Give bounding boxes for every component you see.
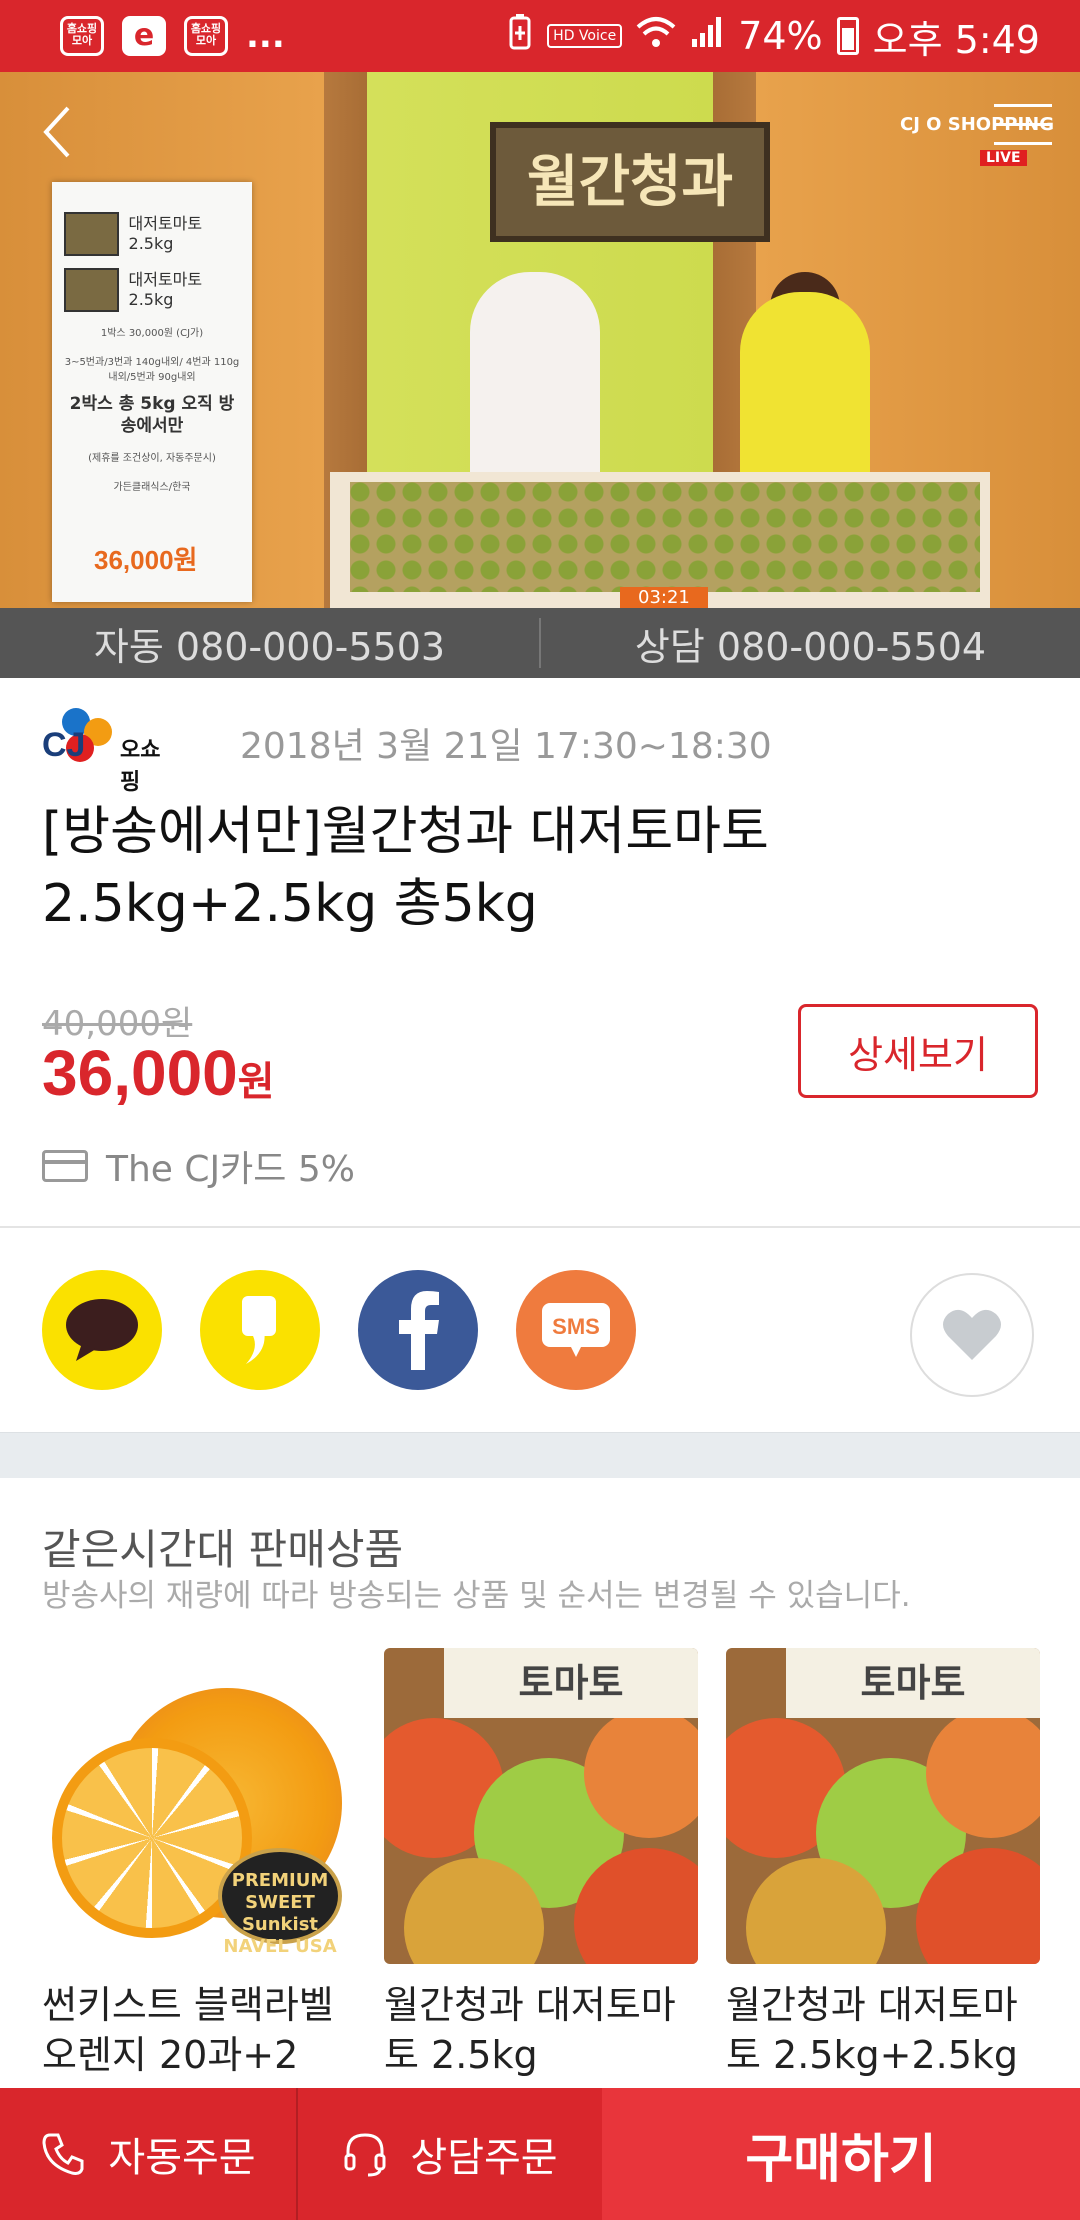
hd-voice-icon: HD Voice bbox=[547, 24, 623, 48]
product-name: 월간청과 대저토마토 2.5kg+2.5kg bbox=[726, 1983, 1018, 2077]
signal-icon bbox=[690, 14, 724, 58]
card-item-label: 대저토마토 2.5kg bbox=[128, 270, 203, 309]
status-bar: 홈쇼핑모아 e 홈쇼핑모아 ... HD Voice 74% 오후 5:49 bbox=[0, 0, 1080, 72]
product-title: [방송에서만]월간청과 대저토마토 2.5kg+2.5kg 총5kg bbox=[42, 802, 769, 934]
sms-icon[interactable]: SMS bbox=[516, 1270, 636, 1390]
section-subtitle: 방송사의 재량에 따라 방송되는 상품 및 순서는 변경될 수 있습니다. bbox=[42, 1578, 911, 1614]
homeshopping-app-icon: 홈쇼핑모아 bbox=[60, 16, 104, 56]
product-image-tomato: 토마토 bbox=[384, 1648, 698, 1964]
auto-order-phone[interactable]: 자동 080-000-5503 bbox=[0, 608, 539, 678]
clock: 오후 5:49 bbox=[872, 17, 1040, 62]
wifi-icon bbox=[636, 14, 676, 58]
more-notifications: ... bbox=[246, 16, 285, 56]
share-bar: SMS bbox=[0, 1228, 1080, 1432]
sunkist-badge: PREMIUM SWEET Sunkist NAVEL USA bbox=[218, 1848, 342, 1957]
product-image-tomato: 토마토 bbox=[726, 1648, 1040, 1964]
live-video-player[interactable]: 월간청과 대저토마토 2.5kg 대저토마토 2.5kg 1박스 30,000원… bbox=[0, 72, 1080, 608]
product-name: 월간청과 대저토마토 2.5kg bbox=[384, 1983, 676, 2077]
tomato-sign: 토마토 bbox=[786, 1648, 1040, 1718]
consult-order-phone[interactable]: 상담 080-000-5504 bbox=[541, 608, 1080, 678]
card-note: 1박스 30,000원 (CJ가) bbox=[100, 328, 204, 339]
headset-icon bbox=[344, 2133, 386, 2177]
card-note: 가든클래식스/한국 bbox=[113, 482, 191, 493]
consult-order-label: 상담주문 bbox=[410, 2135, 558, 2181]
phone-icon bbox=[42, 2133, 84, 2175]
same-time-products: 같은시간대 판매상품 방송사의 재량에 따라 방송되는 상품 및 순서는 변경될… bbox=[0, 1478, 1080, 2088]
credit-card-icon bbox=[42, 1150, 88, 1182]
phone-order-bar: 자동 080-000-5503 상담 080-000-5504 bbox=[0, 608, 1080, 678]
sale-price: 36,000원 bbox=[42, 1037, 275, 1109]
product-name: 썬키스트 블랙라벨 오렌지 20과+2 bbox=[42, 1983, 334, 2077]
card-price: 36,000원 bbox=[94, 545, 198, 575]
e-app-icon: e bbox=[122, 16, 166, 56]
studio-sign: 월간청과 bbox=[490, 122, 770, 242]
card-note: (제휴를 조건상이, 자동주문시) bbox=[88, 453, 216, 464]
facebook-icon[interactable] bbox=[358, 1270, 478, 1390]
card-headline: 2박스 총 5kg 오직 방송에서만 bbox=[69, 394, 235, 436]
homeshopping-app-icon-2: 홈쇼핑모아 bbox=[184, 16, 228, 56]
tomato-sign: 토마토 bbox=[444, 1648, 698, 1718]
svg-text:SMS: SMS bbox=[552, 1314, 600, 1339]
product-info-card: 대저토마토 2.5kg 대저토마토 2.5kg 1박스 30,000원 (CJ가… bbox=[52, 182, 252, 602]
kakaotalk-icon[interactable] bbox=[42, 1270, 162, 1390]
menu-icon[interactable] bbox=[994, 104, 1052, 154]
heart-icon bbox=[943, 1309, 1001, 1360]
product-info: CJ 오쇼핑 2018년 3월 21일 17:30~18:30 [방송에서만]월… bbox=[0, 678, 1080, 1228]
detail-button[interactable]: 상세보기 bbox=[798, 1004, 1038, 1098]
battery-percent: 74% bbox=[738, 14, 823, 58]
auto-order-label: 자동주문 bbox=[108, 2135, 256, 2181]
card-benefit: The CJ카드 5% bbox=[42, 1140, 355, 1192]
product-image-orange: PREMIUM SWEET Sunkist NAVEL USA bbox=[42, 1648, 356, 1964]
battery-saver-icon bbox=[507, 13, 533, 59]
bottom-action-bar: 자동주문 상담주문 구매하기 bbox=[0, 2088, 1080, 2220]
product-card[interactable]: 토마토 월간청과 대저토마토 2.5kg+2.5kg bbox=[726, 1648, 1040, 2080]
cj-oshopping-logo: CJ 오쇼핑 bbox=[42, 708, 172, 795]
buy-button[interactable]: 구매하기 bbox=[602, 2088, 1080, 2220]
section-title: 같은시간대 판매상품 bbox=[42, 1525, 404, 1574]
battery-icon bbox=[836, 17, 859, 55]
kakaostory-icon[interactable] bbox=[200, 1270, 320, 1390]
tomato-box-image bbox=[64, 212, 119, 256]
tomato-box-image bbox=[64, 268, 119, 312]
section-separator bbox=[0, 1432, 1080, 1478]
product-card[interactable]: 토마토 월간청과 대저토마토 2.5kg bbox=[384, 1648, 698, 2080]
card-note: 3~5번과/3번과 140g내외/ 4번과 110g내외/5번과 90g내외 bbox=[64, 357, 240, 383]
broadcast-timer: 03:21 bbox=[620, 587, 708, 608]
card-item-label: 대저토마토 2.5kg bbox=[128, 214, 203, 253]
tomato-display bbox=[350, 482, 980, 592]
wishlist-heart-button[interactable] bbox=[910, 1273, 1034, 1397]
card-benefit-text: The CJ카드 5% bbox=[106, 1149, 355, 1190]
back-icon[interactable] bbox=[38, 102, 78, 162]
broadcast-date: 2018년 3월 21일 17:30~18:30 bbox=[240, 726, 772, 767]
product-card[interactable]: PREMIUM SWEET Sunkist NAVEL USA 썬키스트 블랙라… bbox=[42, 1648, 356, 2080]
auto-order-button[interactable]: 자동주문 bbox=[0, 2088, 298, 2220]
consult-order-button[interactable]: 상담주문 bbox=[298, 2088, 602, 2220]
